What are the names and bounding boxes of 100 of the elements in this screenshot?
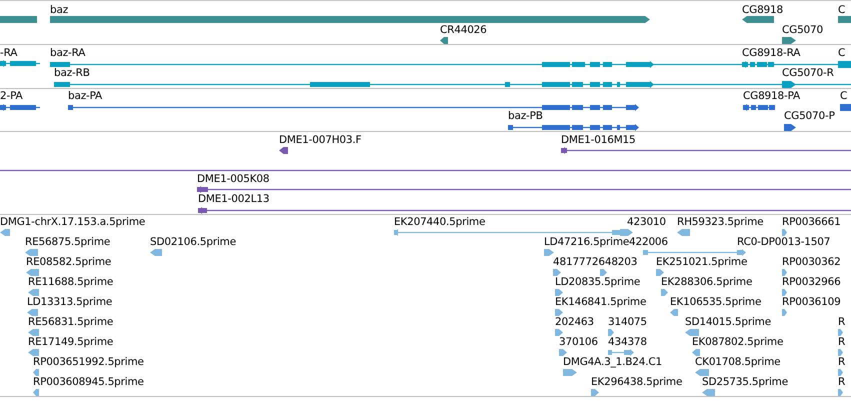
- feature-arrow-icon: [695, 369, 709, 376]
- feature-arrow-icon: [838, 329, 843, 336]
- feature-label[interactable]: CG5070: [782, 24, 823, 36]
- feature-arrow-icon: [742, 16, 774, 23]
- feature-arrow-icon: [553, 269, 561, 276]
- feature-arrow-icon: [838, 369, 843, 376]
- feature-arrow-icon: [782, 289, 787, 296]
- feature-label[interactable]: RP0036109: [782, 296, 841, 308]
- feature-arrow-icon: [28, 289, 39, 296]
- feature-label[interactable]: EK251021.5prime: [656, 256, 748, 268]
- feature-label[interactable]: RP003651992.5prime: [33, 356, 144, 368]
- feature-arrow-icon: [782, 309, 787, 316]
- feature-label[interactable]: EK087802.5prime: [692, 336, 784, 348]
- feature-arrow-icon: [620, 229, 633, 236]
- feature-arrow-icon: [591, 389, 599, 396]
- feature-arrow-icon: [563, 369, 577, 376]
- feature-arrow-icon: [782, 37, 796, 44]
- feature-label[interactable]: 434378: [608, 336, 647, 348]
- feature-line-drawing: [743, 104, 773, 111]
- feature-label[interactable]: EK146841.5prime: [555, 296, 646, 308]
- feature-label[interactable]: 422006: [629, 236, 668, 248]
- feature-arrow-icon: [440, 37, 448, 44]
- feature-label[interactable]: C: [840, 90, 848, 102]
- feature-label[interactable]: SD02106.5prime: [150, 236, 236, 248]
- feature-label[interactable]: baz-PA: [68, 90, 102, 102]
- feature-label[interactable]: EK296438.5prime: [591, 376, 682, 388]
- feature-label[interactable]: R: [838, 356, 846, 368]
- feature-label[interactable]: CK01708.5prime: [695, 356, 780, 368]
- feature-label[interactable]: LD13313.5prime: [27, 296, 112, 308]
- feature-label[interactable]: C: [838, 47, 846, 59]
- feature-arrow-icon: [702, 389, 715, 396]
- feature-arrow-icon: [555, 329, 563, 336]
- feature-line-drawing: [0, 60, 40, 67]
- feature-label[interactable]: R: [838, 336, 846, 348]
- feature-arrow-icon: [33, 389, 39, 396]
- feature-arrow-icon: [555, 289, 563, 296]
- feature-arrow-icon: [838, 389, 843, 396]
- feature-label[interactable]: CG8918-PA: [743, 90, 800, 102]
- feature-label[interactable]: EK106535.5prime: [670, 296, 762, 308]
- feature-label[interactable]: 370106: [559, 336, 598, 348]
- feature-arrow-icon: [838, 349, 843, 356]
- feature-label[interactable]: RC0-DP0013-1507: [737, 236, 830, 248]
- feature-label[interactable]: baz-RB: [54, 67, 90, 79]
- feature-label[interactable]: RE08582.5prime: [26, 256, 112, 268]
- feature-label[interactable]: DME1-016M15: [561, 134, 636, 146]
- feature-arrow-icon: [33, 369, 39, 376]
- feature-label[interactable]: RP0036661: [782, 216, 841, 228]
- feature-label[interactable]: LD20835.5prime: [555, 276, 640, 288]
- feature-arrow-icon: [28, 349, 39, 356]
- feature-label[interactable]: RP003608945.5prime: [33, 376, 144, 388]
- feature-label[interactable]: 423010: [627, 216, 666, 228]
- feature-label[interactable]: baz-RA: [50, 47, 86, 59]
- feature-arrow-icon: [692, 349, 700, 356]
- feature-label[interactable]: CG8918-RA: [742, 47, 800, 59]
- feature-label[interactable]: RE11688.5prime: [28, 276, 114, 288]
- feature-label[interactable]: DMG4A.3_1.B24.C1: [563, 356, 662, 368]
- feature-label[interactable]: baz: [50, 4, 68, 16]
- feature-label[interactable]: DME1-007H03.F: [279, 134, 362, 146]
- feature-arrow-icon: [544, 249, 554, 256]
- feature-arrow-icon: [782, 269, 787, 276]
- feature-label[interactable]: 2-PA: [0, 90, 23, 102]
- feature-label[interactable]: RP0032966: [782, 276, 841, 288]
- feature-label[interactable]: RE17149.5prime: [28, 336, 114, 348]
- feature-label[interactable]: EK207440.5prime: [394, 216, 486, 228]
- feature-arrow-icon: [150, 249, 162, 256]
- feature-arrow-icon: [670, 309, 678, 316]
- feature-label[interactable]: RE56831.5prime: [28, 316, 114, 328]
- feature-arrow-icon: [25, 249, 38, 256]
- feature-label[interactable]: CG5070-R: [782, 67, 834, 79]
- feature-label[interactable]: R: [838, 376, 846, 388]
- feature-label[interactable]: -RA: [0, 47, 18, 59]
- feature-label[interactable]: DME1-005K08: [197, 173, 270, 185]
- feature-arrow-icon: [677, 229, 690, 236]
- feature-arrow-icon: [0, 229, 10, 236]
- feature-arrow-icon: [685, 329, 699, 336]
- feature-arrow-icon: [600, 269, 607, 276]
- feature-label[interactable]: EK288306.5prime: [661, 276, 752, 288]
- feature-label[interactable]: 314075: [608, 316, 647, 328]
- feature-arrow-icon: [26, 269, 39, 276]
- feature-label[interactable]: DME1-002L13: [198, 193, 270, 205]
- feature-label[interactable]: CR44026: [440, 24, 487, 36]
- feature-label[interactable]: RP0030362: [782, 256, 841, 268]
- feature-label[interactable]: SD14015.5prime: [685, 316, 771, 328]
- feature-label[interactable]: CG5070-P: [784, 110, 835, 122]
- feature-label[interactable]: 202463: [555, 316, 594, 328]
- feature-label[interactable]: baz-PB: [508, 110, 543, 122]
- feature-label[interactable]: 4817772648203: [553, 256, 638, 268]
- feature-arrow-icon: [782, 229, 787, 236]
- feature-label[interactable]: CG8918: [742, 4, 783, 16]
- feature-label[interactable]: RE56875.5prime: [25, 236, 110, 248]
- feature-label[interactable]: R: [838, 316, 846, 328]
- feature-arrow-icon: [27, 309, 38, 316]
- feature-label[interactable]: LD47216.5prime: [544, 236, 630, 248]
- feature-label[interactable]: RH59323.5prime: [677, 216, 764, 228]
- feature-arrow-icon: [656, 269, 664, 276]
- feature-arrow-icon: [608, 329, 614, 336]
- feature-label[interactable]: SD25735.5prime: [702, 376, 788, 388]
- feature-arrow-icon: [555, 309, 563, 316]
- feature-label[interactable]: C: [838, 4, 846, 16]
- feature-label[interactable]: DMG1-chrX.17.153.a.5prime: [0, 216, 146, 228]
